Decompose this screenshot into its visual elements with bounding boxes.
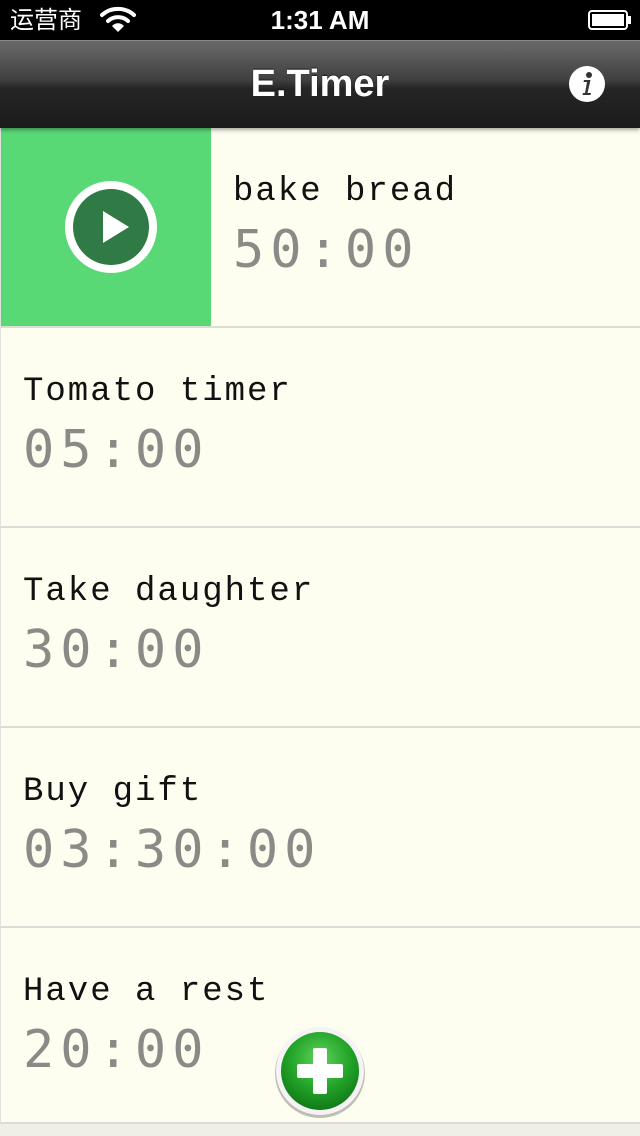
- plus-icon[interactable]: [274, 1026, 366, 1118]
- timer-duration: 50:00: [233, 220, 420, 280]
- timer-name: Have a rest: [23, 973, 270, 1011]
- status-time: 1:31 AM: [270, 5, 370, 35]
- timer-name: bake bread: [233, 173, 458, 211]
- timer-duration: 05:00: [23, 420, 210, 480]
- navigation-bar: E.Timer: [0, 40, 640, 128]
- timer-row-bake-bread[interactable]: bake bread 50:00: [0, 128, 640, 328]
- app-title: E.Timer: [250, 63, 390, 105]
- timer-row-buy-gift[interactable]: Buy gift 03:30:00: [0, 728, 640, 928]
- battery-icon: [588, 10, 631, 30]
- info-icon[interactable]: [568, 65, 606, 103]
- timer-name: Buy gift: [23, 773, 203, 811]
- timer-duration: 20:00: [23, 1020, 210, 1080]
- timer-row-tomato-timer[interactable]: Tomato timer 05:00: [0, 328, 640, 528]
- timer-list: bake bread 50:00 Tomato timer 05:00 Take…: [0, 128, 640, 1136]
- list-bottom-edge: [0, 1124, 640, 1136]
- timer-name: Take daughter: [23, 573, 315, 611]
- timer-name: Tomato timer: [23, 373, 292, 411]
- play-area[interactable]: [1, 128, 211, 326]
- timer-duration: 30:00: [23, 620, 210, 680]
- play-icon[interactable]: [63, 179, 159, 275]
- status-bar: 运营商 1:31 AM: [0, 0, 640, 40]
- timer-row-take-daughter[interactable]: Take daughter 30:00: [0, 528, 640, 728]
- timer-duration: 03:30:00: [23, 820, 322, 880]
